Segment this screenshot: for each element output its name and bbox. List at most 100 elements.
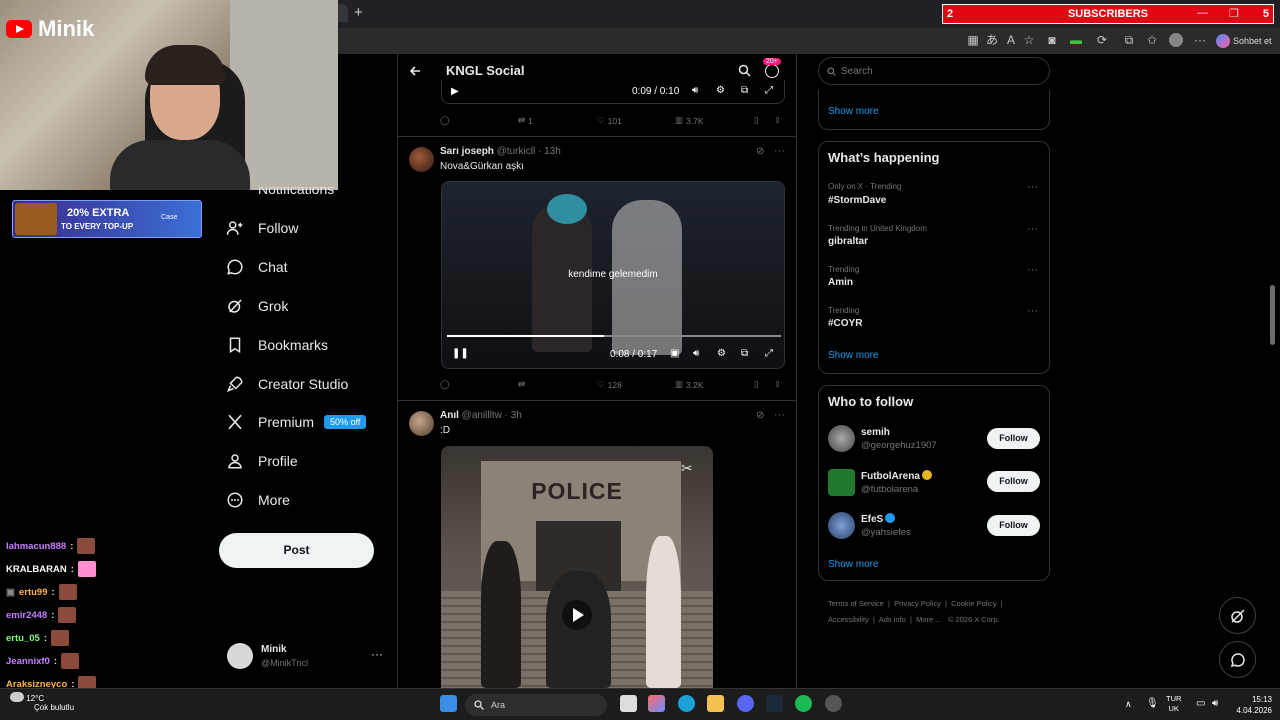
pip-icon[interactable]: ⧉ [741, 85, 748, 96]
views-button[interactable]: ▥ 3.2K [675, 379, 704, 390]
follow-button[interactable]: Follow [987, 515, 1040, 536]
play-icon[interactable]: ▶ [451, 86, 459, 97]
play-button-icon[interactable] [562, 600, 592, 630]
views-button[interactable]: ▥ 3.7K [675, 115, 704, 126]
bookmark-icon[interactable]: ▯ [754, 115, 759, 126]
tweet-media[interactable]: POLICE ✂ [441, 446, 713, 688]
microphone-icon[interactable]: 🎙︎ [1146, 698, 1159, 709]
fullscreen-icon[interactable]: ⤢ [765, 85, 773, 96]
profile-avatar-icon[interactable] [1169, 33, 1183, 47]
nav-bookmarks[interactable]: Bookmarks [226, 333, 328, 357]
avatar[interactable] [828, 469, 855, 496]
favorite-star-icon[interactable]: ☆ [1022, 33, 1036, 47]
more-dots-icon[interactable]: ··· [1027, 264, 1038, 276]
footer-link[interactable]: Ads info [879, 615, 906, 624]
more-dots-icon[interactable]: ··· [774, 409, 785, 421]
footer-link[interactable]: Terms of Service [828, 599, 884, 608]
discord-icon[interactable] [737, 695, 754, 712]
task-view-icon[interactable] [620, 695, 637, 712]
follow-button[interactable]: Follow [987, 428, 1040, 449]
nav-creator-studio[interactable]: Creator Studio [226, 372, 348, 396]
reply-icon[interactable]: ◯ [440, 115, 450, 126]
tweet-author[interactable]: Sarı joseph @turkicll · 13h [440, 146, 561, 157]
favorites-icon[interactable]: ✩ [1145, 33, 1159, 47]
extension-shield-icon[interactable]: ◙ [1045, 33, 1059, 47]
footer-link[interactable]: Accessibility [828, 615, 869, 624]
search-icon[interactable] [738, 64, 751, 77]
user-name[interactable]: EfeS [861, 513, 896, 525]
settings-icon[interactable]: ⚙ [717, 348, 726, 359]
grok-fab[interactable] [1219, 597, 1256, 634]
translate-icon[interactable]: あ [985, 33, 999, 47]
settings-gear-icon[interactable] [765, 64, 779, 78]
footer-link[interactable]: Privacy Policy [894, 599, 941, 608]
user-name[interactable]: semih [861, 427, 890, 438]
taskbar-search[interactable]: Ara [465, 694, 607, 716]
avatar[interactable] [828, 425, 855, 452]
tweet-author[interactable]: Anıl @anillltw · 3h [440, 410, 522, 421]
volume-icon[interactable]: 🔊︎ [693, 348, 699, 359]
show-more-link[interactable]: Show more [828, 106, 879, 117]
more-dots-icon[interactable]: ··· [1027, 305, 1038, 317]
network-icon[interactable]: ▭ [1196, 698, 1205, 709]
more-dots-icon[interactable]: ··· [1027, 223, 1038, 235]
show-more-link[interactable]: Show more [828, 559, 879, 570]
weather-widget[interactable]: 12°C Çok bulutlu [10, 692, 74, 712]
retweet-button[interactable]: ⇄ 1 [518, 115, 533, 126]
settings-icon[interactable]: ⚙ [716, 85, 725, 96]
scrollbar[interactable] [1270, 285, 1275, 345]
fullscreen-icon[interactable]: ⤢ [765, 348, 773, 359]
avatar[interactable] [409, 147, 434, 172]
captions-icon[interactable]: ▣ [670, 348, 679, 359]
nav-chat[interactable]: Chat [226, 255, 288, 279]
nav-grok[interactable]: Grok [226, 294, 288, 318]
active-tab[interactable] [338, 4, 348, 22]
copilot-chat-button[interactable]: Sohbet et [1216, 31, 1272, 51]
extension-green-icon[interactable]: ▬ [1069, 33, 1083, 47]
copilot-icon[interactable] [648, 695, 665, 712]
grid-icon[interactable]: ▦ [966, 33, 980, 47]
footer-link[interactable]: Cookie Policy [951, 599, 996, 608]
back-arrow-icon[interactable] [409, 65, 421, 77]
language-indicator[interactable]: TUR UK [1166, 694, 1181, 714]
messages-fab[interactable] [1219, 641, 1256, 678]
obs-icon[interactable] [825, 695, 842, 712]
more-menu-icon[interactable]: ··· [1193, 33, 1207, 47]
bookmark-icon[interactable]: ▯ [754, 379, 759, 390]
volume-icon[interactable]: 🔊︎ [1212, 698, 1218, 709]
nav-follow[interactable]: Follow [226, 216, 298, 240]
footer-link[interactable]: More ... [916, 615, 941, 624]
nav-more[interactable]: More [226, 488, 290, 512]
steam-icon[interactable] [766, 695, 783, 712]
like-button[interactable]: ♡ 128 [597, 379, 622, 390]
pip-icon[interactable]: ⧉ [741, 348, 748, 359]
like-button[interactable]: ♡ 101 [597, 115, 622, 126]
extension-icon[interactable]: ⟳ [1095, 33, 1109, 47]
file-explorer-icon[interactable] [707, 695, 724, 712]
split-screen-icon[interactable]: ⧉ [1122, 33, 1136, 47]
more-dots-icon[interactable]: ··· [774, 145, 785, 157]
read-aloud-icon[interactable]: A [1004, 33, 1018, 47]
avatar[interactable] [409, 411, 434, 436]
chevron-up-icon[interactable]: ∧ [1125, 699, 1132, 710]
start-windows-icon[interactable] [440, 695, 457, 712]
system-clock[interactable]: 15:13 4.04.2026 [1228, 694, 1272, 716]
new-tab-button[interactable]: + [354, 4, 363, 21]
grok-icon[interactable]: ⊘ [756, 410, 764, 421]
spotify-icon[interactable] [795, 695, 812, 712]
retweet-icon[interactable]: ⇄ [518, 379, 525, 390]
video-player[interactable] [441, 80, 785, 104]
account-switcher[interactable]: Minik @MinikTncl ··· [227, 641, 387, 675]
nav-profile[interactable]: Profile [226, 449, 298, 473]
avatar[interactable] [828, 512, 855, 539]
more-dots-icon[interactable]: ··· [1027, 181, 1038, 193]
follow-button[interactable]: Follow [987, 471, 1040, 492]
show-more-link[interactable]: Show more [828, 350, 879, 361]
share-icon[interactable]: ⇪ [774, 379, 781, 390]
grok-icon[interactable]: ⊘ [756, 146, 764, 157]
nav-premium[interactable]: Premium 50% off [226, 410, 367, 434]
share-icon[interactable]: ⇪ [774, 115, 781, 126]
edge-browser-icon[interactable] [678, 695, 695, 712]
restore-icon[interactable]: ❐ [1229, 7, 1239, 20]
user-name[interactable]: FutbolArena [861, 470, 932, 482]
